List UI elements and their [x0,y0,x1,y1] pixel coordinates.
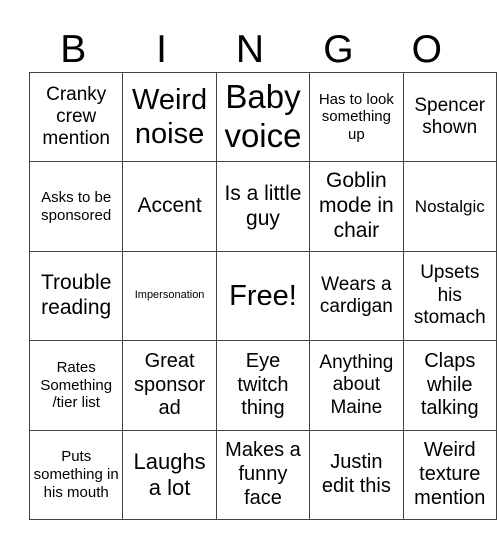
bingo-cell[interactable]: Upsets his stomach [402,250,497,342]
bingo-cell[interactable]: Accent [122,161,217,252]
bingo-cell[interactable]: Puts something in his mouth [28,429,124,520]
bingo-cell[interactable]: Justin edit this [309,429,404,520]
bingo-cell[interactable]: Weird texture mention [402,429,497,520]
header-letter-g: G [323,28,354,71]
bingo-board: Cranky crew mention Weird noise Baby voi… [28,71,497,520]
bingo-cell[interactable]: Nostalgic [402,161,497,252]
bingo-cell[interactable]: Impersonation [122,250,217,342]
board-row: Trouble reading Impersonation Free! Wear… [28,250,497,342]
bingo-cell[interactable]: Has to look something up [309,71,404,163]
bingo-cell[interactable]: Cranky crew mention [28,71,124,163]
bingo-cell[interactable]: Is a little guy [215,161,311,252]
bingo-cell[interactable]: Anything about Maine [309,340,404,431]
board-row: Asks to be sponsored Accent Is a little … [28,161,497,252]
board-row: Cranky crew mention Weird noise Baby voi… [28,71,497,163]
bingo-cell[interactable]: Goblin mode in chair [309,161,404,252]
bingo-cell[interactable]: Trouble reading [28,250,124,342]
bingo-cell[interactable]: Spencer shown [402,71,497,163]
bingo-cell[interactable]: Claps while talking [402,340,497,431]
bingo-cell[interactable]: Rates Something /tier list [28,340,124,431]
board-row: Puts something in his mouth Laughs a lot… [28,429,497,520]
bingo-cell[interactable]: Asks to be sponsored [28,161,124,252]
header-letter-o: O [411,28,442,71]
bingo-cell[interactable]: Laughs a lot [122,429,217,520]
bingo-header: B I N G O [29,28,471,72]
header-letter-n: N [235,28,265,71]
bingo-cell[interactable]: Baby voice [215,71,311,163]
board-row: Rates Something /tier list Great sponsor… [28,340,497,431]
header-letter-i: I [156,28,167,71]
header-letter-b: B [60,28,87,71]
bingo-cell[interactable]: Weird noise [122,71,217,163]
bingo-cell[interactable]: Eye twitch thing [215,340,311,431]
bingo-cell[interactable]: Makes a funny face [215,429,311,520]
free-space-cell[interactable]: Free! [215,250,311,342]
bingo-cell[interactable]: Great sponsor ad [122,340,217,431]
bingo-cell[interactable]: Wears a cardigan [309,250,404,342]
